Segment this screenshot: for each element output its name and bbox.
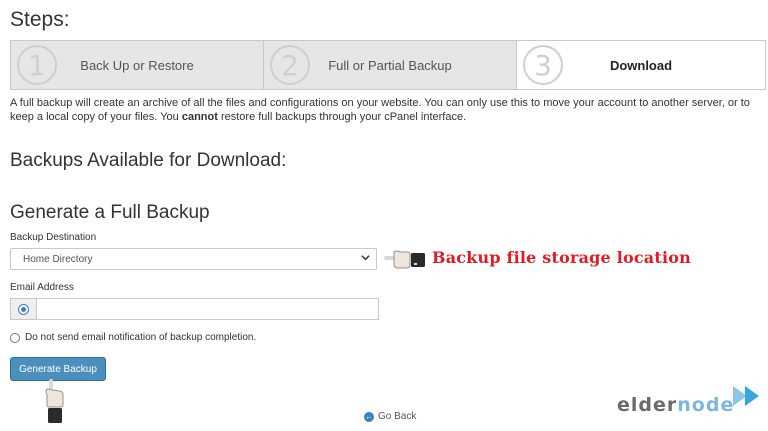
email-field[interactable] — [36, 298, 379, 320]
no-email-option[interactable]: Do not send email notification of backup… — [10, 332, 256, 343]
email-field-group — [10, 298, 379, 320]
go-back-arrow-icon: ← — [364, 411, 374, 422]
chevron-down-icon — [361, 253, 370, 265]
step-backup-restore[interactable]: 1 Back Up or Restore — [11, 41, 264, 89]
backup-description: A full backup will create an archive of … — [10, 97, 750, 123]
play-arrows-icon — [731, 384, 765, 415]
step-number-3: 3 — [523, 45, 563, 85]
radio-unselected-icon[interactable] — [10, 332, 20, 343]
step-download: 3 Download — [517, 41, 765, 89]
steps-wizard: 1 Back Up or Restore 2 Full or Partial B… — [10, 40, 766, 90]
step-label: Back Up or Restore — [80, 57, 194, 73]
pointing-hand-icon — [384, 247, 430, 276]
email-address-label: Email Address — [10, 282, 74, 293]
pointing-hand-icon — [42, 379, 64, 430]
eldernode-logo: eldernode — [617, 385, 765, 416]
backup-destination-select[interactable]: Home Directory — [10, 248, 377, 270]
steps-title: Steps: — [10, 8, 70, 31]
heading-backups-available: Backups Available for Download: — [10, 150, 287, 171]
logo-text: eldernode — [617, 394, 735, 416]
generate-backup-button[interactable]: Generate Backup — [10, 357, 106, 381]
backup-destination-label: Backup Destination — [10, 232, 97, 243]
no-email-option-label: Do not send email notification of backup… — [25, 332, 257, 343]
annotation-storage-location: Backup file storage location — [432, 248, 691, 267]
step-number-2: 2 — [270, 45, 310, 85]
radio-selected-icon — [18, 303, 29, 315]
heading-generate-full-backup: Generate a Full Backup — [10, 202, 210, 223]
step-label: Download — [609, 57, 673, 73]
email-radio[interactable] — [10, 298, 36, 320]
step-label: Full or Partial Backup — [328, 57, 452, 73]
step-full-partial-backup[interactable]: 2 Full or Partial Backup — [264, 41, 517, 89]
backup-destination-value: Home Directory — [23, 253, 93, 265]
go-back-label: Go Back — [378, 411, 417, 422]
step-number-1: 1 — [17, 45, 57, 85]
go-back-link[interactable]: ← Go Back — [364, 411, 416, 422]
